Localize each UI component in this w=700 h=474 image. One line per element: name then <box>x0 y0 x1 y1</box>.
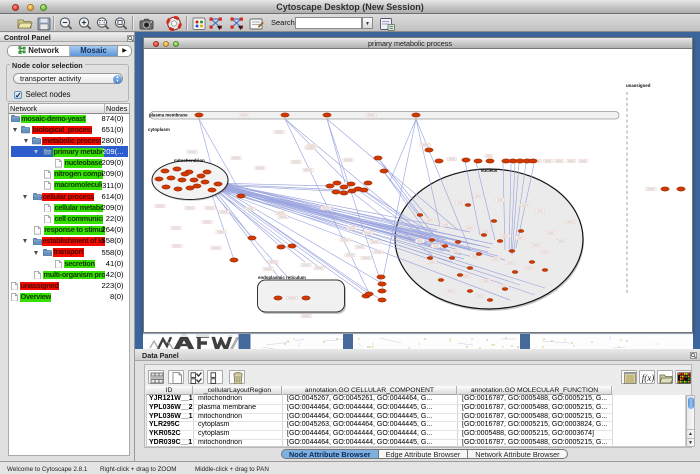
svg-text:f(x): f(x) <box>642 373 655 383</box>
svg-text:endoplasmic reticulum: endoplasmic reticulum <box>258 275 306 280</box>
svg-text:nucleus: nucleus <box>481 168 498 173</box>
svg-text:cytoplasm: cytoplasm <box>148 127 170 132</box>
svg-text:plasma membrane: plasma membrane <box>149 113 188 118</box>
svg-text:mitochondrion: mitochondrion <box>174 158 205 163</box>
svg-text:unassigned: unassigned <box>626 83 651 88</box>
